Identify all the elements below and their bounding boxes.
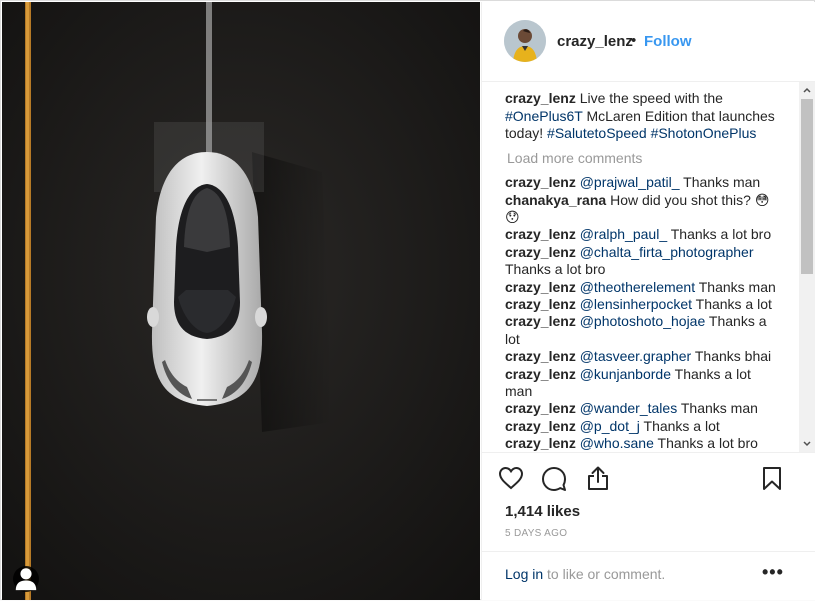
login-link[interactable]: Log in xyxy=(505,566,543,582)
car-road-image xyxy=(2,2,480,600)
comment-mention[interactable]: @prajwal_patil_ xyxy=(580,174,680,190)
comment-text: Thanks a lot bro xyxy=(667,226,772,243)
post-username[interactable]: crazy_lenz xyxy=(557,33,633,50)
post-date[interactable]: 5 DAYS AGO xyxy=(505,528,567,539)
comment-text: Thanks a lot xyxy=(692,296,772,313)
comment-mention[interactable]: @who.sane xyxy=(580,435,654,451)
comment-text: Thanks man xyxy=(677,400,758,417)
post-sidebar: crazy_lenz • Follow crazy_lenz Live the … xyxy=(481,2,815,600)
comment-username[interactable]: crazy_lenz xyxy=(505,418,576,434)
comment-icon[interactable] xyxy=(541,466,567,497)
comment-item: crazy_lenz @prajwal_patil_ Thanks man xyxy=(505,174,777,191)
comment-mention[interactable]: @p_dot_j xyxy=(580,418,640,434)
comment-item: crazy_lenz @lensinherpocket Thanks a lot xyxy=(505,296,777,313)
comments-section: crazy_lenz Live the speed with the #OneP… xyxy=(482,82,815,452)
comments-list: crazy_lenz Live the speed with the #OneP… xyxy=(505,90,777,452)
comment-item: crazy_lenz @who.sane Thanks a lot bro xyxy=(505,435,777,452)
login-prompt-text: to like or comment. xyxy=(543,566,666,582)
comment-username[interactable]: crazy_lenz xyxy=(505,400,576,416)
comment-item: crazy_lenz @tasveer.grapher Thanks bhai xyxy=(505,348,777,365)
post-window: crazy_lenz • Follow crazy_lenz Live the … xyxy=(0,0,815,600)
scrollbar-thumb[interactable] xyxy=(801,99,813,274)
separator-dot: • xyxy=(631,32,637,49)
heart-icon[interactable] xyxy=(498,466,524,495)
login-prompt: Log in to like or comment. xyxy=(505,566,665,582)
comment-item: crazy_lenz @photoshoto_hojae Thanks a lo… xyxy=(505,313,777,348)
post-header: crazy_lenz • Follow xyxy=(482,2,815,82)
hashtag-link[interactable]: #SalutetoSpeed xyxy=(547,125,647,141)
comment-item: crazy_lenz @kunjanborde Thanks a lot man xyxy=(505,366,777,401)
login-bar: Log in to like or comment. ••• xyxy=(482,551,815,601)
comment-text: Thanks bhai xyxy=(691,348,772,365)
comment-text: Thanks a lot bro xyxy=(653,435,758,452)
comment-mention[interactable]: @photoshoto_hojae xyxy=(580,313,706,329)
comment-mention[interactable]: @chalta_firta_photographer xyxy=(580,244,754,260)
comment-username[interactable]: crazy_lenz xyxy=(505,366,576,382)
comment-username[interactable]: crazy_lenz xyxy=(505,279,576,295)
caption-text: Live the speed with the xyxy=(575,90,723,106)
post-photo[interactable] xyxy=(2,2,480,600)
scroll-down-arrow-icon[interactable] xyxy=(799,436,815,452)
comment-mention[interactable]: @lensinherpocket xyxy=(580,296,692,312)
likes-count[interactable]: 1,414 likes xyxy=(505,503,580,520)
comment-username[interactable]: crazy_lenz xyxy=(505,435,576,451)
comment-mention[interactable]: @wander_tales xyxy=(580,400,678,416)
comment-item: crazy_lenz @p_dot_j Thanks a lot xyxy=(505,418,777,435)
hashtag-link[interactable]: #OnePlus6T xyxy=(505,108,583,124)
scroll-up-arrow-icon[interactable] xyxy=(799,82,815,98)
comment-mention[interactable]: @theotherelement xyxy=(580,279,695,295)
comment-text: Thanks man xyxy=(695,278,776,295)
comment-item: chanakya_rana How did you shot this? 😳😯 xyxy=(505,192,777,227)
comment-text: Thanks man xyxy=(679,174,761,191)
comment-username[interactable]: crazy_lenz xyxy=(505,348,576,364)
comment-text: Thanks a lot bro xyxy=(505,261,606,278)
comment-username[interactable]: crazy_lenz xyxy=(505,244,576,260)
comment-username[interactable]: crazy_lenz xyxy=(505,226,576,242)
comment-mention[interactable]: @tasveer.grapher xyxy=(580,348,692,364)
load-more-comments[interactable]: Load more comments xyxy=(507,150,777,167)
post-actions: 1,414 likes 5 DAYS AGO Log in to like or… xyxy=(482,452,815,597)
hashtag-link[interactable]: #ShotonOnePlus xyxy=(651,125,757,141)
comment-item: crazy_lenz @theotherelement Thanks man xyxy=(505,279,777,296)
comments-scrollbar[interactable] xyxy=(799,82,815,452)
comment-mention[interactable]: @kunjanborde xyxy=(580,366,671,382)
share-icon[interactable] xyxy=(586,465,610,496)
comment-text: Thanks a lot xyxy=(639,417,720,434)
comment-username[interactable]: crazy_lenz xyxy=(505,174,576,190)
comment-username[interactable]: chanakya_rana xyxy=(505,192,606,208)
comment-username[interactable]: crazy_lenz xyxy=(505,296,576,312)
more-options-icon[interactable]: ••• xyxy=(762,562,784,583)
avatar[interactable] xyxy=(504,20,546,62)
comment-item: crazy_lenz @chalta_firta_photographer Th… xyxy=(505,244,777,279)
caption-username[interactable]: crazy_lenz xyxy=(505,90,576,106)
user-tag-icon[interactable] xyxy=(13,566,39,592)
comment-mention[interactable]: @ralph_paul_ xyxy=(580,226,667,242)
comment-item: crazy_lenz @wander_tales Thanks man xyxy=(505,400,777,417)
post-caption: crazy_lenz Live the speed with the #OneP… xyxy=(505,90,777,143)
comment-username[interactable]: crazy_lenz xyxy=(505,313,576,329)
bookmark-icon[interactable] xyxy=(762,466,782,496)
follow-button[interactable]: Follow xyxy=(644,33,692,50)
comment-item: crazy_lenz @ralph_paul_ Thanks a lot bro xyxy=(505,226,777,243)
